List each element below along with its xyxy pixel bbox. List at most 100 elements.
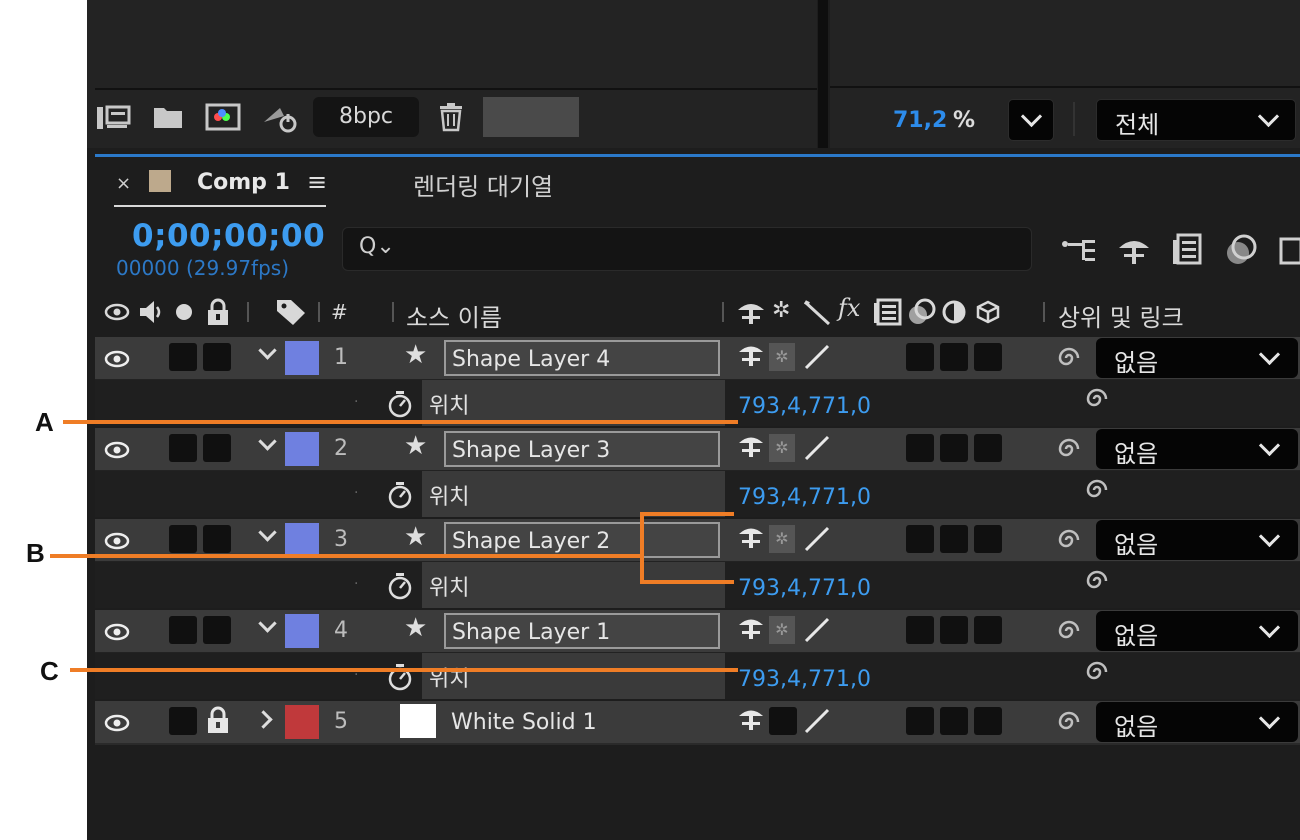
label-color-swatch[interactable] bbox=[285, 523, 319, 557]
property-row[interactable]: · 위치 793,4,771,0 bbox=[95, 653, 1300, 699]
pick-whip-icon[interactable] bbox=[1055, 617, 1083, 649]
quality-switch-icon[interactable] bbox=[803, 525, 831, 557]
motion-blur-switch[interactable] bbox=[906, 343, 934, 371]
eye-icon[interactable] bbox=[104, 714, 130, 736]
chevron-down-icon[interactable] bbox=[258, 341, 277, 360]
panel-menu-icon[interactable]: ≡ bbox=[307, 168, 327, 196]
quality-switch-icon[interactable] bbox=[803, 434, 831, 466]
property-pick-whip-icon[interactable] bbox=[1083, 476, 1111, 508]
layer-name[interactable]: Shape Layer 2 bbox=[444, 522, 720, 558]
lock-icon[interactable] bbox=[205, 705, 231, 739]
quality-switch-icon[interactable] bbox=[803, 616, 831, 648]
pick-whip-icon[interactable] bbox=[1055, 708, 1083, 740]
render-icon[interactable] bbox=[260, 102, 300, 140]
layer-row[interactable]: 1 ★ Shape Layer 4 ✲ 없음 bbox=[95, 337, 1300, 380]
eye-icon[interactable] bbox=[104, 623, 130, 645]
label-color-swatch[interactable] bbox=[285, 432, 319, 466]
number-column-header[interactable]: # bbox=[331, 300, 348, 324]
chevron-down-icon[interactable] bbox=[258, 614, 277, 633]
color-swatch[interactable] bbox=[483, 97, 579, 137]
3d-layer-switch[interactable] bbox=[974, 616, 1002, 644]
motion-blur-icon[interactable] bbox=[1224, 233, 1260, 271]
solo-switch[interactable] bbox=[169, 616, 197, 644]
property-value[interactable]: 793,4,771,0 bbox=[738, 667, 871, 692]
parent-dropdown[interactable]: 없음 bbox=[1096, 611, 1298, 651]
lock-switch[interactable] bbox=[203, 434, 231, 462]
label-color-swatch[interactable] bbox=[285, 705, 319, 739]
collapse-switch-icon[interactable]: ✲ bbox=[769, 525, 795, 553]
3d-layer-switch[interactable] bbox=[974, 434, 1002, 462]
stopwatch-icon[interactable] bbox=[386, 480, 414, 514]
solo-switch[interactable] bbox=[169, 707, 197, 735]
layer-name[interactable]: Shape Layer 1 bbox=[444, 613, 720, 649]
composition-flowchart-icon[interactable] bbox=[1060, 236, 1100, 270]
lock-switch[interactable] bbox=[203, 343, 231, 371]
property-value[interactable]: 793,4,771,0 bbox=[738, 576, 871, 601]
property-row[interactable]: · 위치 793,4,771,0 bbox=[95, 562, 1300, 608]
parent-dropdown[interactable]: 없음 bbox=[1096, 702, 1298, 742]
folder-icon[interactable] bbox=[152, 104, 184, 136]
layer-row[interactable]: 5 White Solid 1 없음 bbox=[95, 701, 1300, 744]
lock-switch[interactable] bbox=[203, 616, 231, 644]
layer-name[interactable]: Shape Layer 4 bbox=[444, 340, 720, 376]
quality-switch-icon[interactable] bbox=[803, 707, 831, 739]
3d-layer-switch[interactable] bbox=[974, 525, 1002, 553]
property-row[interactable]: · 위치 793,4,771,0 bbox=[95, 471, 1300, 517]
trash-icon[interactable] bbox=[438, 102, 464, 138]
quality-switch-icon[interactable] bbox=[803, 343, 831, 375]
pick-whip-icon[interactable] bbox=[1055, 344, 1083, 376]
parent-dropdown[interactable]: 없음 bbox=[1096, 338, 1298, 378]
frame-blending-icon[interactable] bbox=[1170, 233, 1204, 271]
pick-whip-icon[interactable] bbox=[1055, 435, 1083, 467]
shy-switch-icon[interactable] bbox=[737, 340, 765, 372]
solo-switch[interactable] bbox=[169, 343, 197, 371]
parent-dropdown[interactable]: 없음 bbox=[1096, 429, 1298, 469]
tab-comp1[interactable]: Comp 1 bbox=[197, 170, 290, 195]
motion-blur-switch[interactable] bbox=[906, 525, 934, 553]
bit-depth-button[interactable]: 8bpc bbox=[313, 97, 419, 137]
zoom-value[interactable]: 71,2 bbox=[893, 108, 947, 133]
solo-switch[interactable] bbox=[169, 434, 197, 462]
shy-switch-icon[interactable] bbox=[737, 522, 765, 554]
adjustment-switch[interactable] bbox=[940, 343, 968, 371]
graph-editor-icon[interactable] bbox=[1278, 233, 1300, 271]
layer-row[interactable]: 4 ★ Shape Layer 1 ✲ 없음 bbox=[95, 610, 1300, 653]
adjustment-switch[interactable] bbox=[940, 707, 968, 735]
lock-switch[interactable] bbox=[203, 525, 231, 553]
column-divider[interactable] bbox=[1043, 302, 1045, 322]
motion-blur-switch[interactable] bbox=[906, 707, 934, 735]
current-timecode[interactable]: 0;00;00;00 bbox=[132, 218, 325, 254]
layer-name[interactable]: Shape Layer 3 bbox=[444, 431, 720, 467]
parent-link-column-header[interactable]: 상위 및 링크 bbox=[1058, 298, 1184, 333]
shy-switch-icon[interactable] bbox=[737, 431, 765, 463]
eye-icon[interactable] bbox=[104, 441, 130, 463]
parent-dropdown[interactable]: 없음 bbox=[1096, 520, 1298, 560]
adjustment-switch[interactable] bbox=[940, 434, 968, 462]
stopwatch-icon[interactable] bbox=[386, 389, 414, 423]
property-pick-whip-icon[interactable] bbox=[1083, 658, 1111, 690]
view-option-dropdown[interactable]: 전체 bbox=[1096, 99, 1296, 141]
panel-divider[interactable] bbox=[818, 0, 828, 148]
tab-render-queue[interactable]: 렌더링 대기열 bbox=[413, 167, 553, 202]
stopwatch-icon[interactable] bbox=[386, 571, 414, 605]
layer-row[interactable]: 2 ★ Shape Layer 3 ✲ 없음 bbox=[95, 428, 1300, 471]
property-pick-whip-icon[interactable] bbox=[1083, 567, 1111, 599]
label-color-swatch[interactable] bbox=[285, 341, 319, 375]
collapse-switch-icon[interactable]: ✲ bbox=[769, 616, 795, 644]
chevron-down-icon[interactable] bbox=[258, 432, 277, 451]
chevron-down-icon[interactable] bbox=[258, 523, 277, 542]
3d-layer-switch[interactable] bbox=[974, 343, 1002, 371]
layer-search-input[interactable]: Q⌄ bbox=[342, 227, 1032, 271]
source-name-column-header[interactable]: 소스 이름 bbox=[406, 298, 502, 333]
flowchart-icon[interactable] bbox=[95, 103, 133, 137]
shy-switch-icon[interactable] bbox=[737, 704, 765, 736]
adjustment-switch[interactable] bbox=[940, 616, 968, 644]
column-divider[interactable] bbox=[722, 302, 724, 322]
composition-icon[interactable] bbox=[205, 103, 241, 137]
motion-blur-switch[interactable] bbox=[906, 434, 934, 462]
column-divider[interactable] bbox=[247, 302, 249, 322]
property-value[interactable]: 793,4,771,0 bbox=[738, 485, 871, 510]
adjustment-switch[interactable] bbox=[940, 525, 968, 553]
shy-switch-icon[interactable] bbox=[737, 613, 765, 645]
property-value[interactable]: 793,4,771,0 bbox=[738, 394, 871, 419]
